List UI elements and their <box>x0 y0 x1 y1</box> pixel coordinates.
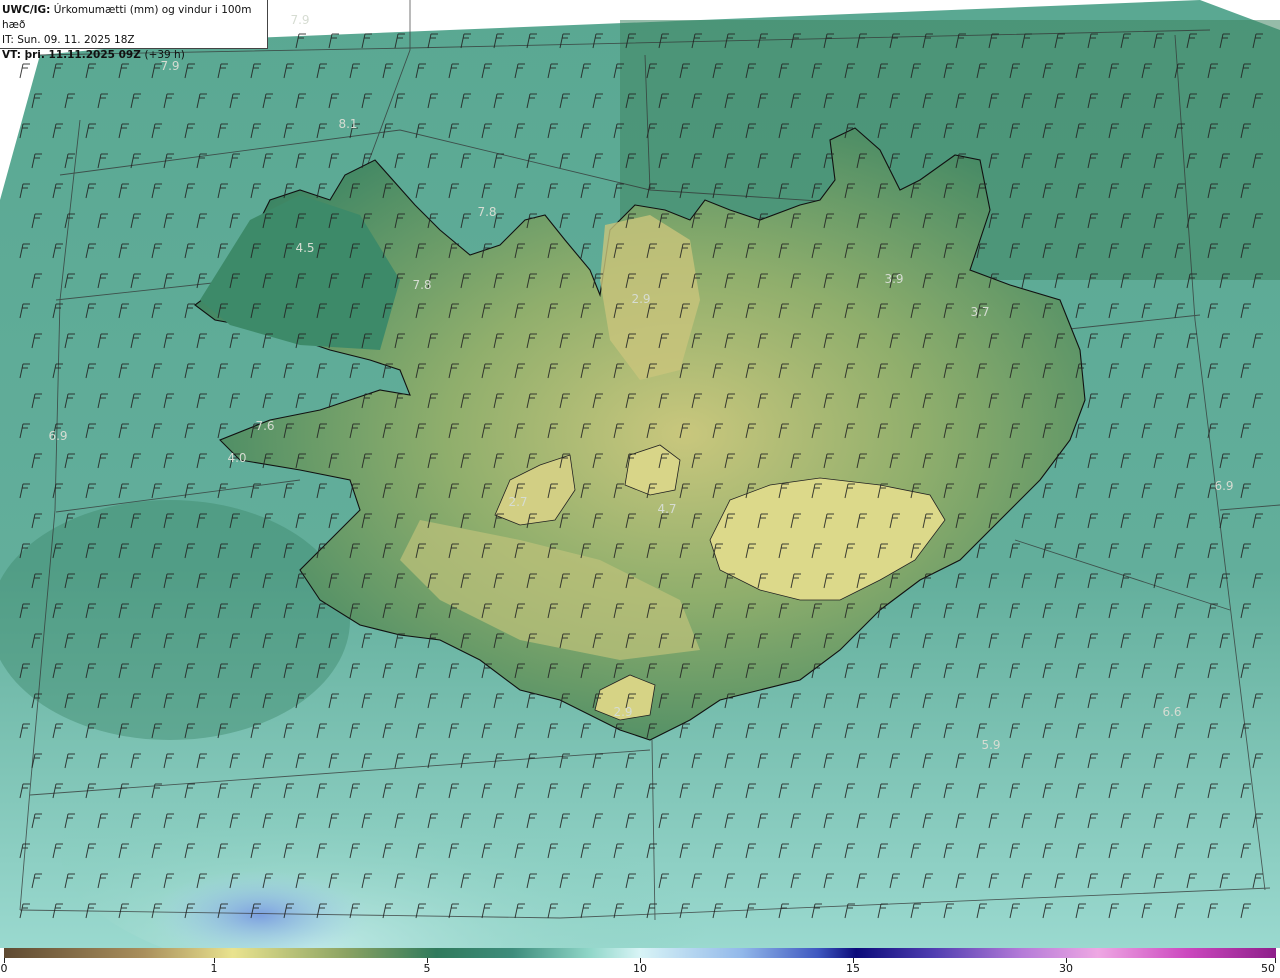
value-label: 6.6 <box>1162 705 1181 719</box>
value-label: 3.7 <box>970 305 989 319</box>
initial-time: IT: Sun. 09. 11. 2025 18Z <box>2 34 135 46</box>
value-label: 6.9 <box>1214 479 1233 493</box>
value-label: 8.1 <box>338 117 357 131</box>
value-label: 4.5 <box>295 241 314 255</box>
value-label: 7.8 <box>412 278 431 292</box>
lead-time: (+39 h) <box>144 49 185 61</box>
value-label: 4.0 <box>227 451 246 465</box>
wind-barb <box>19 63 30 79</box>
value-label: 7.6 <box>255 419 274 433</box>
value-label: 2.9 <box>631 292 650 306</box>
colorbar-label-15: 15 <box>846 962 860 975</box>
colorbar-label-0: 0 <box>0 962 8 975</box>
value-label: 7.9 <box>290 13 309 27</box>
model-name: UWC/IG: <box>2 4 51 16</box>
colorbar-label-5: 5 <box>423 962 431 975</box>
colorbar-tick <box>1275 958 1276 963</box>
colorbar-label-1: 1 <box>210 962 218 975</box>
value-label: 2.9 <box>613 705 632 719</box>
value-label: 7.8 <box>477 205 496 219</box>
precipitable-water-map: 7.97.98.17.84.57.82.93.93.76.97.64.02.7 4… <box>0 0 1280 948</box>
value-label: 2.7 <box>508 495 527 509</box>
colorbar-label-10: 10 <box>633 962 647 975</box>
valid-time: VT: þri. 11.11.2025 09Z <box>2 49 141 61</box>
colorbar: 0 1 5 10 15 30 50 <box>0 948 1280 978</box>
map-header: UWC/IG: Úrkomumætti (mm) og vindur i 100… <box>0 0 268 61</box>
valid-time-line: VT: þri. 11.11.2025 09Z (+39 h) <box>2 48 267 63</box>
colorbar-label-50: 50 <box>1261 962 1275 975</box>
colorbar-strip <box>4 948 1276 958</box>
colorbar-label-30: 30 <box>1059 962 1073 975</box>
value-label: 4.7 <box>657 502 676 516</box>
header-title-line: UWC/IG: Úrkomumætti (mm) og vindur i 100… <box>2 3 267 33</box>
value-label: 3.9 <box>884 272 903 286</box>
value-label: 6.9 <box>48 429 67 443</box>
value-label: 5.9 <box>981 738 1000 752</box>
